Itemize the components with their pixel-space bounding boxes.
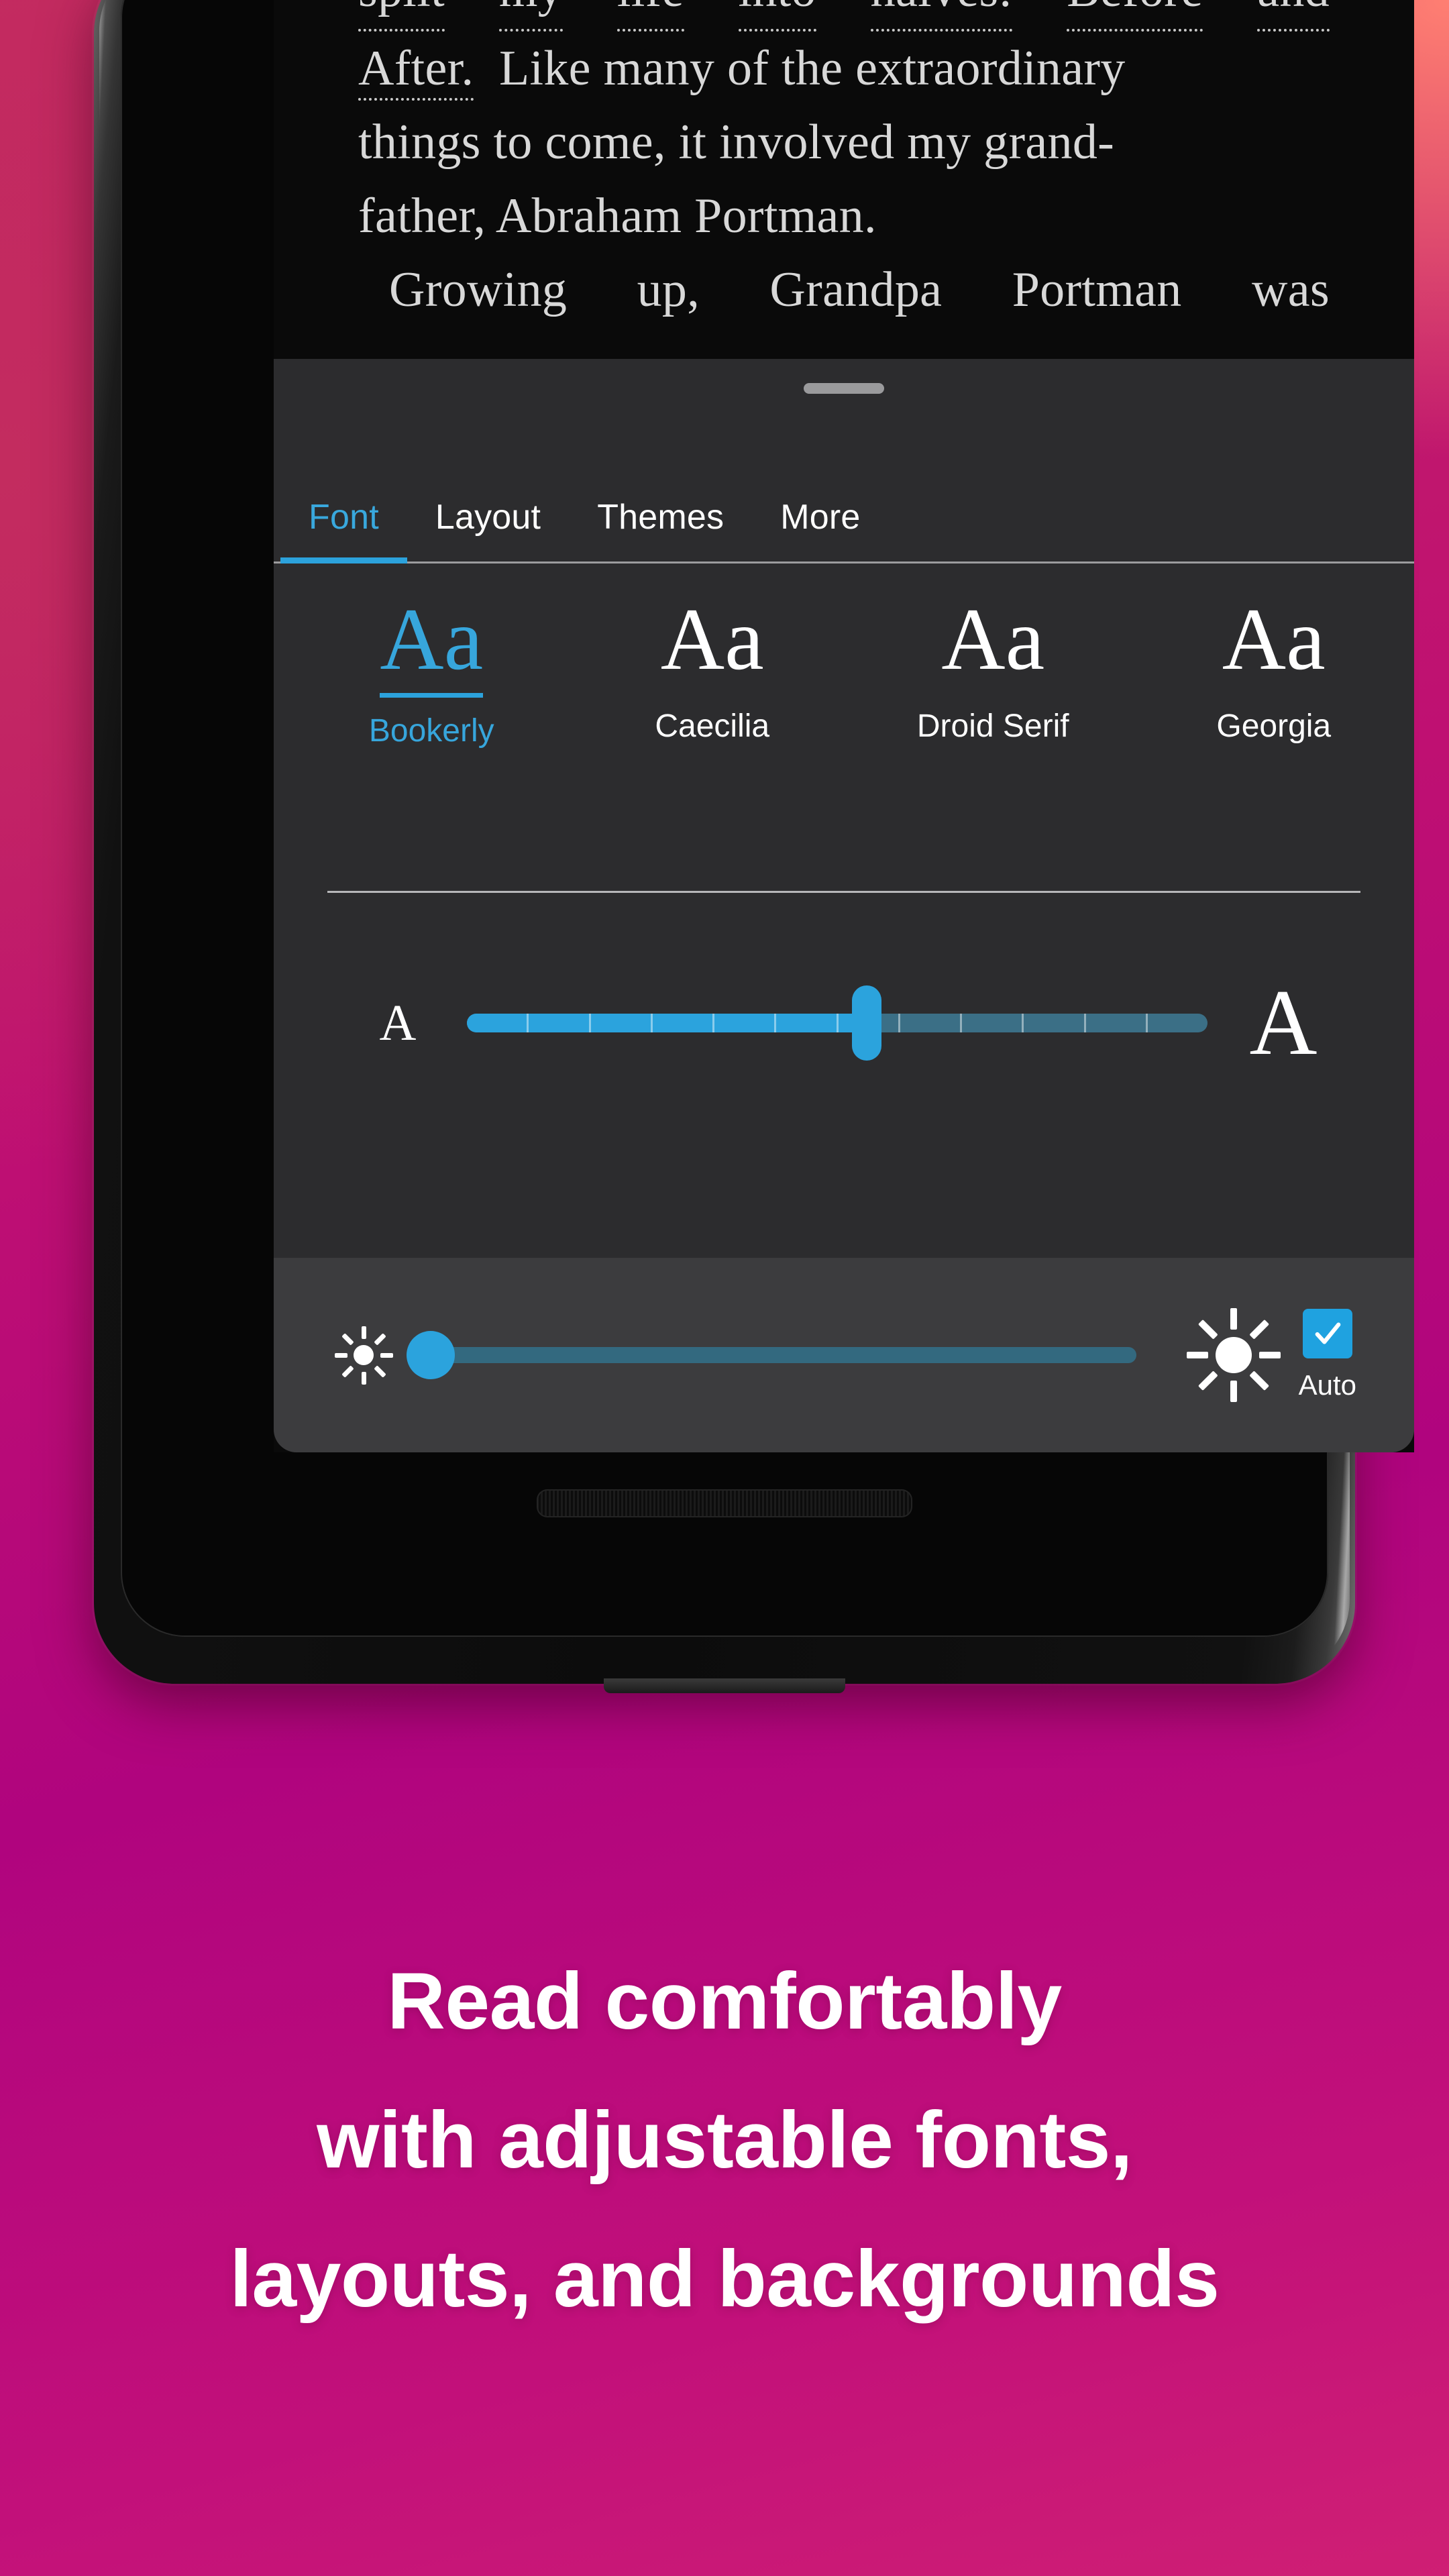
font-option-georgia[interactable]: Aa Georgia (1134, 580, 1415, 745)
caption-line-3: layouts, and backgrounds (229, 2234, 1220, 2324)
font-option-droid-serif[interactable]: Aa Droid Serif (853, 580, 1134, 745)
caption-line-1: Read comfortably (387, 1956, 1062, 2046)
reader-page-text[interactable]: split my life into halves: Before and Af… (274, 0, 1414, 327)
sun-large-icon (1183, 1305, 1284, 1405)
font-size-max-label: A (1249, 971, 1318, 1075)
font-size-slider-ticks (467, 1014, 1208, 1032)
reader-line: things to come, it involved my grand- (358, 115, 1115, 170)
phone-speaker-grille (537, 1489, 912, 1517)
reader-line-rest: Like many of the extraordinary (486, 41, 1126, 96)
reader-word: Growing (389, 262, 568, 317)
settings-tab-bar: Font Layout Themes More (274, 473, 1414, 564)
font-size-slider[interactable] (467, 985, 1208, 1061)
reader-word: life (616, 0, 684, 32)
phone-bezel: split my life into halves: Before and Af… (121, 0, 1414, 1637)
font-option-label: Bookerly (368, 712, 494, 749)
brightness-row: Auto (274, 1258, 1414, 1452)
auto-brightness-toggle[interactable]: Auto (1299, 1309, 1356, 1401)
reader-word: into (738, 0, 816, 32)
promo-caption: Read comfortably with adjustable fonts, … (0, 1932, 1449, 2349)
font-option-label: Georgia (1216, 708, 1332, 744)
font-option-label: Droid Serif (916, 708, 1069, 744)
reader-word: Before (1067, 0, 1203, 32)
checkmark-icon (1315, 1322, 1341, 1344)
sheet-drag-handle[interactable] (804, 383, 884, 394)
phone-screen: split my life into halves: Before and Af… (274, 0, 1414, 1452)
tab-themes[interactable]: Themes (569, 473, 752, 561)
tab-layout[interactable]: Layout (407, 473, 569, 561)
reader-line: split my life into halves: Before and (358, 0, 1330, 32)
reader-word: up, (637, 262, 700, 317)
reader-line: After. Like many of the extraordinary (358, 32, 1330, 105)
font-sample-glyph: Aa (380, 590, 484, 698)
font-option-caecilia[interactable]: Aa Caecilia (572, 580, 853, 745)
reader-word: my (498, 0, 563, 32)
font-family-options: Aa Bookerly Aa Caecilia Aa Droid Serif A… (274, 580, 1414, 795)
reading-settings-sheet: Font Layout Themes More Aa Bookerly Aa C… (274, 359, 1414, 1452)
reader-line: father, Abraham Portman. (358, 189, 877, 244)
reader-word: and (1257, 0, 1330, 32)
font-option-label: Caecilia (655, 708, 770, 744)
section-divider (327, 891, 1360, 893)
tab-font[interactable]: Font (280, 473, 407, 564)
font-size-row: A A (274, 936, 1414, 1110)
brightness-slider[interactable] (407, 1331, 1136, 1379)
caption-line-2: with adjustable fonts, (317, 2095, 1132, 2185)
reader-word: was (1251, 262, 1330, 317)
auto-brightness-checkbox[interactable] (1302, 1309, 1352, 1358)
reader-word: Grandpa (769, 262, 943, 317)
reader-word: Portman (1012, 262, 1182, 317)
tab-more[interactable]: More (752, 473, 888, 561)
font-sample-glyph: Aa (660, 590, 764, 688)
font-sample-glyph: Aa (1222, 590, 1326, 688)
reader-line: Growing up, Grandpa Portman was (389, 253, 1330, 327)
auto-brightness-label: Auto (1298, 1369, 1356, 1401)
reader-word: split (358, 0, 445, 32)
reader-word: halves: (870, 0, 1013, 32)
reader-annotated-word: After. (358, 41, 474, 101)
brightness-slider-thumb[interactable] (407, 1331, 455, 1379)
sun-small-icon (331, 1323, 396, 1387)
font-sample-glyph: Aa (941, 590, 1045, 688)
phone-chin-notch (604, 1678, 845, 1693)
font-size-slider-thumb[interactable] (852, 985, 882, 1061)
font-size-min-label: A (379, 994, 417, 1051)
font-option-bookerly[interactable]: Aa Bookerly (291, 580, 572, 749)
phone-device-frame: split my life into halves: Before and Af… (94, 0, 1414, 1693)
